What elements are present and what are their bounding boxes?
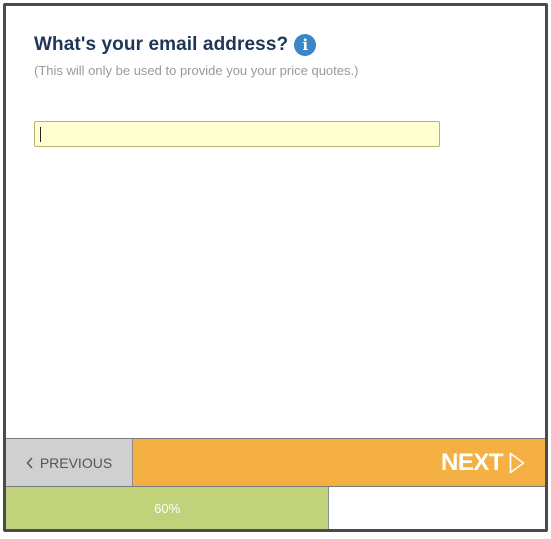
next-button[interactable]: NEXT: [133, 439, 545, 486]
progress-fill: 60%: [6, 487, 330, 529]
email-field[interactable]: [34, 121, 440, 147]
navigation-bar: PREVIOUS NEXT: [6, 438, 545, 487]
play-outline-icon: [509, 452, 525, 473]
previous-label: PREVIOUS: [39, 454, 113, 471]
progress-label: 60%: [154, 500, 181, 516]
text-caret: [40, 127, 41, 142]
question-header: What's your email address? i: [34, 34, 317, 56]
previous-button[interactable]: PREVIOUS: [6, 439, 133, 486]
progress-bar: 60%: [6, 487, 545, 529]
question-title: What's your email address?: [34, 34, 289, 55]
info-icon[interactable]: i: [294, 34, 317, 56]
quote-form-frame: What's your email address? i (This will …: [3, 3, 548, 532]
chevron-left-icon: [26, 457, 33, 468]
question-subtitle: (This will only be used to provide you y…: [34, 63, 359, 78]
next-label: NEXT: [440, 448, 504, 476]
